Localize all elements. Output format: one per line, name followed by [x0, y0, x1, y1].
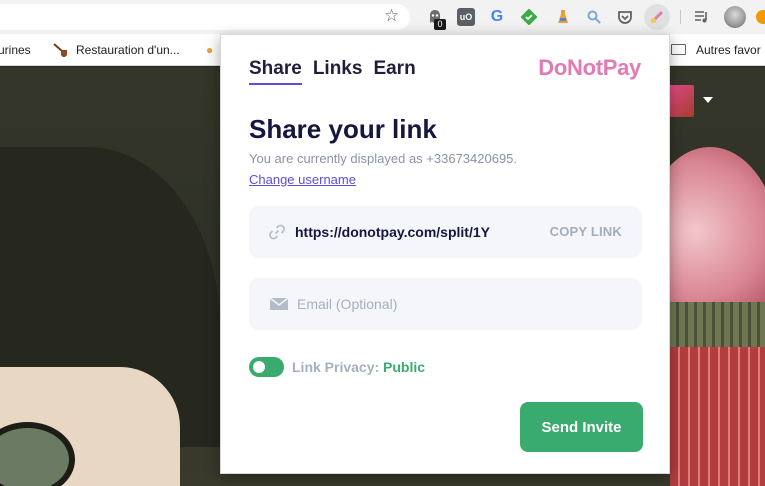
- ublock-extension-icon[interactable]: uO: [457, 8, 475, 26]
- page-user-avatar[interactable]: [668, 85, 694, 117]
- address-bar[interactable]: [0, 4, 410, 30]
- share-link-field: https://donotpay.com/split/1Y COPY LINK: [249, 206, 642, 258]
- mail-icon: [269, 294, 289, 314]
- bottle-extension-icon[interactable]: [554, 8, 572, 26]
- share-link-value[interactable]: https://donotpay.com/split/1Y: [295, 223, 523, 241]
- google-extension-icon[interactable]: G: [488, 8, 506, 26]
- change-username-link[interactable]: Change username: [249, 172, 356, 188]
- email-field-container: [249, 278, 642, 330]
- toggle-knob: [253, 361, 265, 373]
- donotpay-extension-icon: [648, 8, 666, 26]
- red-building: [670, 347, 765, 486]
- star-icon[interactable]: ☆: [384, 6, 399, 26]
- page-title: Share your link: [249, 114, 437, 144]
- copy-link-button[interactable]: COPY LINK: [550, 223, 622, 241]
- toolbar-separator: [680, 10, 681, 24]
- donotpay-logo: DoNotPay: [538, 55, 641, 80]
- bookmark-item[interactable]: Restauration d'un...: [76, 43, 180, 57]
- link-privacy-toggle[interactable]: [249, 357, 284, 377]
- donotpay-popup: Share Links Earn DoNotPay Share your lin…: [220, 34, 670, 474]
- folder-icon: [671, 44, 686, 55]
- tab-earn[interactable]: Earn: [373, 57, 415, 85]
- caret-down-icon[interactable]: [703, 97, 713, 103]
- email-input[interactable]: [297, 291, 617, 317]
- update-indicator[interactable]: [756, 10, 765, 24]
- profile-avatar[interactable]: [724, 6, 746, 28]
- link-privacy-value: Public: [383, 359, 426, 375]
- bookmark-item[interactable]: urines: [0, 43, 31, 57]
- link-privacy-label: Link Privacy:: [292, 359, 380, 375]
- extension-badge: 0: [434, 19, 446, 30]
- grammarly-extension-icon[interactable]: [520, 8, 538, 26]
- pipe-icon: [52, 42, 70, 61]
- magnifier-extension-icon[interactable]: [585, 8, 603, 26]
- popup-tabs: Share Links Earn: [249, 57, 416, 85]
- bookmark-favicon: ●: [206, 43, 214, 57]
- media-controls-icon[interactable]: [693, 8, 711, 26]
- link-icon: [267, 222, 287, 242]
- bookmark-folder[interactable]: Autres favor: [696, 43, 761, 57]
- tab-links[interactable]: Links: [313, 57, 363, 85]
- send-invite-button[interactable]: Send Invite: [520, 402, 643, 452]
- tab-share[interactable]: Share: [249, 57, 302, 85]
- display-name-text: You are currently displayed as +33673420…: [249, 151, 518, 166]
- link-privacy: Link Privacy: Public: [292, 358, 425, 376]
- browser-toolbar: ☆ 0 uO G: [0, 0, 765, 34]
- pocket-extension-icon[interactable]: [616, 8, 634, 26]
- building-roof: [670, 302, 765, 347]
